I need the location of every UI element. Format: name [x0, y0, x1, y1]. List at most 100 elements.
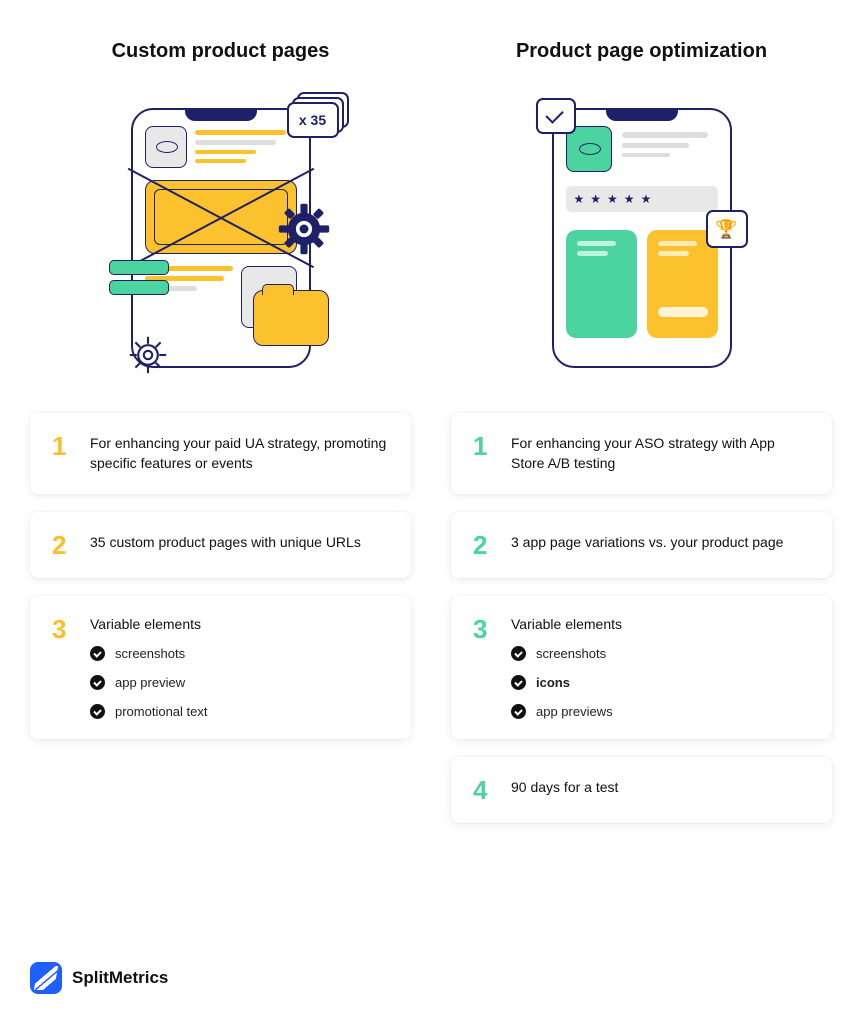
check-icon [511, 675, 526, 690]
title-lines [622, 126, 718, 172]
card-text: For enhancing your ASO strategy with App… [511, 433, 810, 474]
brand-logo: SplitMetrics [30, 932, 411, 994]
card-4: 4 90 days for a test [451, 757, 832, 823]
list-label: app preview [115, 675, 185, 690]
star-icon: ★ [624, 192, 635, 206]
card-body: 90 days for a test [511, 777, 810, 797]
logo-mark-icon [30, 962, 62, 994]
gear-icon [277, 202, 331, 256]
card-subtitle: Variable elements [90, 616, 389, 632]
left-column: Custom product pages [30, 40, 411, 994]
check-icon [90, 704, 105, 719]
variable-elements-list: screenshots icons app previews [511, 646, 810, 719]
left-title: Custom product pages [30, 40, 411, 63]
line [195, 159, 246, 163]
card-body: 35 custom product pages with unique URLs [90, 532, 389, 552]
card-3: 3 Variable elements screenshots app prev… [30, 596, 411, 739]
title-lines [195, 126, 297, 168]
pill [109, 280, 169, 295]
left-illustration: x 35 [30, 93, 411, 383]
card-number: 1 [473, 433, 493, 459]
list-label: screenshots [115, 646, 185, 661]
card-number: 4 [473, 777, 493, 803]
app-header-row [566, 126, 718, 172]
card-1: 1 For enhancing your ASO strategy with A… [451, 413, 832, 494]
line [622, 143, 689, 148]
card-number: 1 [52, 433, 72, 459]
app-header-row [145, 126, 297, 168]
x35-badge: x 35 [287, 102, 339, 138]
card-2: 2 3 app page variations vs. your product… [451, 512, 832, 578]
list-item: icons [511, 675, 810, 690]
panel-a [566, 230, 637, 338]
card-text: 90 days for a test [511, 777, 810, 797]
list-item: screenshots [511, 646, 810, 661]
cta-placeholder [658, 307, 708, 317]
line [577, 241, 616, 246]
gear-icon [127, 334, 169, 376]
x35-label: x 35 [299, 112, 326, 128]
card-number: 2 [52, 532, 72, 558]
brand-name: SplitMetrics [72, 968, 168, 988]
line [658, 241, 697, 246]
line [622, 132, 708, 138]
card-body: Variable elements screenshots icons app … [511, 616, 810, 719]
check-icon [90, 675, 105, 690]
green-pills [109, 260, 169, 295]
list-label: icons [536, 675, 570, 690]
comparison-container: Custom product pages [30, 40, 832, 994]
list-label: app previews [536, 704, 613, 719]
variation-panels [566, 230, 718, 338]
line [195, 130, 287, 135]
card-body: Variable elements screenshots app previe… [90, 616, 389, 719]
star-icon: ★ [607, 192, 618, 206]
line [622, 153, 670, 157]
pill [109, 260, 169, 275]
line [658, 251, 690, 256]
card-2: 2 35 custom product pages with unique UR… [30, 512, 411, 578]
card-subtitle: Variable elements [511, 616, 810, 632]
list-label: screenshots [536, 646, 606, 661]
check-icon [511, 704, 526, 719]
right-cards: 1 For enhancing your ASO strategy with A… [451, 413, 832, 823]
card-text: 35 custom product pages with unique URLs [90, 532, 389, 552]
app-icon-placeholder [145, 126, 187, 168]
card-1: 1 For enhancing your paid UA strategy, p… [30, 413, 411, 494]
card-3: 3 Variable elements screenshots icons ap… [451, 596, 832, 739]
hero-placeholder [145, 180, 297, 254]
card-body: For enhancing your ASO strategy with App… [511, 433, 810, 474]
badge-front: x 35 [287, 102, 339, 138]
card-number: 3 [52, 616, 72, 642]
left-cards: 1 For enhancing your paid UA strategy, p… [30, 413, 411, 739]
panel-b [647, 230, 718, 338]
card-text: For enhancing your paid UA strategy, pro… [90, 433, 389, 474]
star-icon: ★ [574, 192, 585, 206]
list-item: app preview [90, 675, 389, 690]
rating-row: ★ ★ ★ ★ ★ [566, 186, 718, 212]
phone-mockup-right: ★ ★ ★ ★ ★ [552, 108, 732, 368]
card-text: 3 app page variations vs. your product p… [511, 532, 810, 552]
phone-notch [606, 109, 678, 121]
variable-elements-list: screenshots app preview promotional text [90, 646, 389, 719]
card-body: 3 app page variations vs. your product p… [511, 532, 810, 552]
star-icon: ★ [641, 192, 652, 206]
list-item: promotional text [90, 704, 389, 719]
list-item: screenshots [90, 646, 389, 661]
folder-icon [253, 290, 329, 346]
list-label: promotional text [115, 704, 208, 719]
line [195, 140, 277, 145]
right-illustration: ★ ★ ★ ★ ★ [451, 93, 832, 383]
hero-inner [154, 189, 288, 245]
check-icon [511, 646, 526, 661]
phone-notch [185, 109, 257, 121]
star-icon: ★ [590, 192, 601, 206]
trophy-badge: 🏆 [706, 210, 748, 248]
card-number: 2 [473, 532, 493, 558]
checkmark-badge [536, 98, 576, 134]
card-body: For enhancing your paid UA strategy, pro… [90, 433, 389, 474]
line [577, 251, 609, 256]
card-number: 3 [473, 616, 493, 642]
line [195, 150, 256, 154]
check-icon [90, 646, 105, 661]
right-title: Product page optimization [451, 40, 832, 63]
